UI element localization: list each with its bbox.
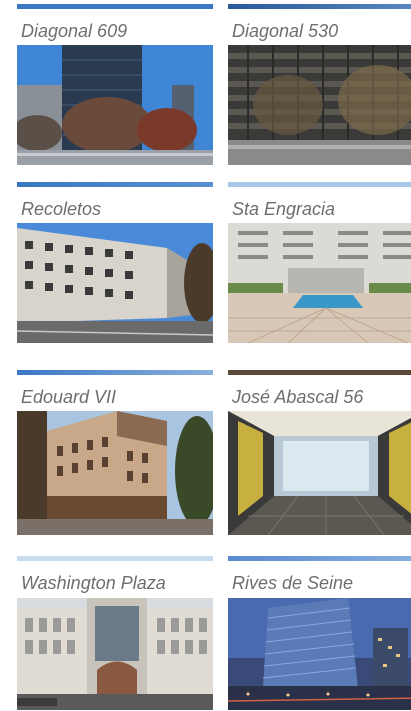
glass-tower-dusk-photo[interactable] <box>228 598 411 710</box>
property-name: Edouard VII <box>21 387 117 407</box>
property-name: Sta Engracia <box>232 199 336 219</box>
residential-block-photo[interactable] <box>17 223 213 343</box>
haussmann-building-photo[interactable] <box>17 411 213 535</box>
property-name: Washington Plaza <box>21 573 166 593</box>
property-name: Rives de Seine <box>232 573 354 593</box>
accent-bar <box>228 4 411 9</box>
office-facade-photo[interactable] <box>228 45 411 165</box>
accent-bar <box>17 182 213 187</box>
office-tower-photo[interactable] <box>17 45 213 165</box>
property-name: Diagonal 609 <box>21 21 128 41</box>
accent-bar <box>228 556 411 561</box>
office-interior-photo[interactable] <box>228 411 411 535</box>
art-deco-building-photo[interactable] <box>17 598 213 710</box>
office-courtyard-photo[interactable] <box>228 223 411 343</box>
property-name: José Abascal 56 <box>232 387 364 407</box>
property-name: Diagonal 530 <box>232 21 339 41</box>
accent-bar <box>17 370 213 375</box>
accent-bar <box>228 182 411 187</box>
accent-bar <box>17 4 213 9</box>
property-name: Recoletos <box>21 199 102 219</box>
accent-bar <box>228 370 411 375</box>
accent-bar <box>17 556 213 561</box>
